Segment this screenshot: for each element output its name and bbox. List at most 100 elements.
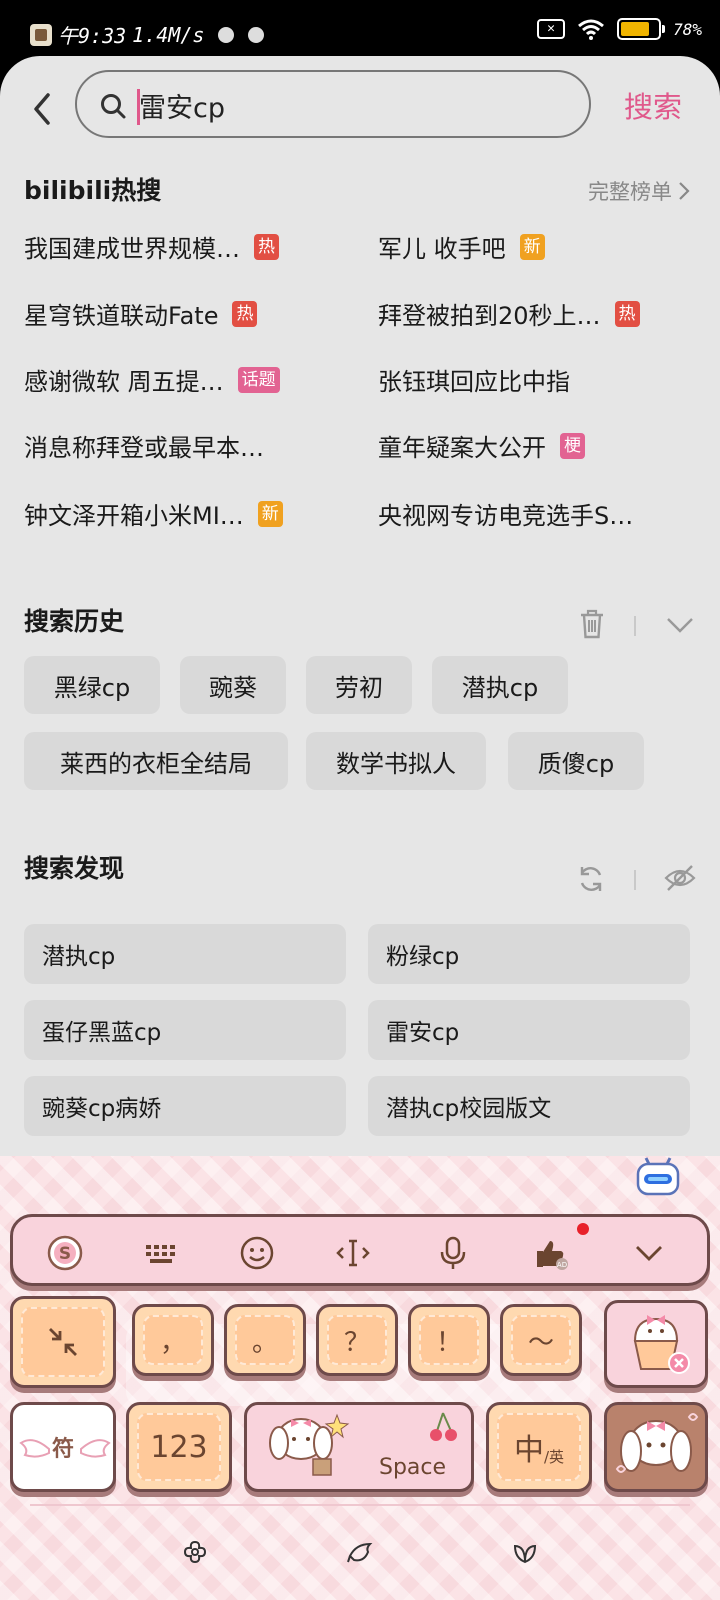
- discover-title: 搜索发现: [24, 854, 125, 883]
- history-chip[interactable]: 莱西的衣柜全结局: [24, 732, 288, 790]
- number-key[interactable]: 123: [126, 1402, 232, 1492]
- punctuation-label: ～: [527, 1327, 554, 1358]
- hot-search-text: 童年疑案大公开: [378, 434, 546, 462]
- history-chip[interactable]: 质傻cp: [508, 732, 644, 790]
- space-key[interactable]: Space: [244, 1402, 474, 1492]
- notification-dot-icon: [218, 26, 235, 43]
- emoji-icon[interactable]: [239, 1235, 275, 1271]
- history-chip[interactable]: 黑绿cp: [24, 656, 160, 714]
- punctuation-label: ！: [435, 1327, 462, 1358]
- history-chip[interactable]: 劳初: [306, 656, 412, 714]
- hot-badge-hot: 热: [614, 300, 640, 327]
- hot-search-text: 央视网专访电竞选手S…: [378, 502, 634, 530]
- text-cursor-icon[interactable]: [335, 1235, 371, 1271]
- chevron-down-icon[interactable]: [631, 1235, 667, 1271]
- punctuation-key[interactable]: 。: [224, 1304, 306, 1376]
- symbol-key-label: 符: [51, 1437, 74, 1462]
- status-left: 午9:33 1.4M/s: [30, 20, 265, 49]
- toolbar-divider: [634, 616, 636, 636]
- discover-item[interactable]: 豌葵cp病娇: [24, 1076, 346, 1136]
- hot-search-item[interactable]: 星穹铁道联动Fate 热: [24, 296, 258, 331]
- search-box[interactable]: [75, 70, 591, 138]
- hot-badge-new: 新: [257, 500, 283, 527]
- discover-item[interactable]: 雷安cp: [368, 1000, 690, 1060]
- hot-search-text: 我国建成世界规模…: [24, 235, 240, 263]
- refresh-icon[interactable]: [576, 864, 606, 894]
- battery-icon: [617, 18, 666, 40]
- notification-dot: [577, 1223, 589, 1235]
- back-arrow-icon[interactable]: [28, 89, 58, 129]
- hot-search-item[interactable]: 张钰琪回应比中指: [378, 362, 570, 397]
- punctuation-label: ？: [343, 1327, 370, 1358]
- assistant-robot-icon[interactable]: [636, 1156, 680, 1196]
- discover-item[interactable]: 蛋仔黑蓝cp: [24, 1000, 346, 1060]
- svg-text:AD: AD: [557, 1261, 567, 1269]
- sogou-logo-icon[interactable]: S: [47, 1235, 83, 1271]
- language-switch-key[interactable]: 中 /英: [486, 1402, 592, 1492]
- hot-badge-topic: 话题: [237, 366, 280, 393]
- cupcake-delete-icon: [633, 1315, 690, 1374]
- keyboard-toolbar: S AD: [10, 1214, 710, 1286]
- thumbs-up-ad-icon[interactable]: AD: [533, 1235, 569, 1271]
- hot-badge-new: 新: [519, 233, 545, 260]
- hot-search-item[interactable]: 军儿 收手吧新: [378, 229, 545, 264]
- full-list-label: 完整榜单: [588, 180, 672, 204]
- hot-badge-hot: 热: [232, 300, 258, 327]
- punctuation-key[interactable]: ～: [500, 1304, 582, 1376]
- battery-text: 78%: [673, 19, 702, 39]
- delete-key[interactable]: [604, 1300, 708, 1388]
- search-icon: [101, 94, 126, 119]
- punctuation-key[interactable]: ！: [408, 1304, 490, 1376]
- hot-search-item[interactable]: 钟文泽开箱小米MI… 新: [24, 496, 283, 531]
- leaf-icon[interactable]: [511, 1538, 539, 1566]
- discover-item[interactable]: 粉绿cp: [368, 924, 690, 984]
- hot-search-text: 军儿 收手吧: [378, 235, 506, 263]
- status-speed: 1.4M/s: [132, 22, 205, 47]
- number-key-label: 123: [150, 1429, 208, 1465]
- symbol-key[interactable]: 符: [10, 1402, 116, 1492]
- puppy-skin-icon: [615, 1413, 699, 1473]
- punctuation-label: ，: [159, 1327, 186, 1358]
- history-chip[interactable]: 豌葵: [180, 656, 286, 714]
- hot-search-title: bilibili热搜: [24, 176, 162, 205]
- punctuation-key[interactable]: ，: [132, 1304, 214, 1376]
- microphone-icon[interactable]: [435, 1235, 471, 1271]
- skin-key[interactable]: [604, 1402, 708, 1492]
- chevron-down-icon[interactable]: [666, 616, 694, 634]
- hot-search-item[interactable]: 央视网专访电竞选手S…: [378, 496, 633, 531]
- collapse-keyboard-key[interactable]: [10, 1296, 116, 1388]
- hot-search-text: 钟文泽开箱小米MI…: [24, 502, 244, 530]
- discover-item[interactable]: 潜执cp: [24, 924, 346, 984]
- bird-icon[interactable]: [346, 1538, 374, 1566]
- hot-search-text: 拜登被拍到20秒上…: [378, 302, 601, 330]
- hot-search-item[interactable]: 感谢微软 周五提… 话题: [24, 362, 280, 397]
- search-input[interactable]: [139, 82, 559, 128]
- history-chip[interactable]: 数学书拟人: [306, 732, 486, 790]
- status-time: 午9:33: [58, 24, 127, 48]
- trash-icon[interactable]: [578, 608, 606, 640]
- history-title: 搜索历史: [24, 607, 125, 636]
- status-bar: 午9:33 1.4M/s ✕ 78%: [0, 0, 720, 56]
- history-chip[interactable]: 潜执cp: [432, 656, 568, 714]
- keyboard-grid-icon[interactable]: [143, 1235, 179, 1271]
- notification-dot-icon: [248, 26, 265, 43]
- search-button[interactable]: 搜索: [624, 84, 682, 126]
- battery-fill: [621, 22, 650, 36]
- hot-search-item[interactable]: 拜登被拍到20秒上… 热: [378, 296, 640, 331]
- no-sim-icon: ✕: [537, 19, 566, 39]
- notification-app-icon: [30, 23, 52, 46]
- hot-search-item[interactable]: 童年疑案大公开梗: [378, 428, 585, 463]
- eye-off-icon[interactable]: [664, 864, 696, 892]
- punctuation-label: 。: [251, 1327, 278, 1358]
- hot-search-item[interactable]: 消息称拜登或最早本…: [24, 428, 264, 463]
- language-key-sub: /英: [543, 1447, 565, 1466]
- hot-search-item[interactable]: 我国建成世界规模… 热: [24, 229, 279, 264]
- keyboard: S AD ， 。 ？ ！ ～ 符 123 Space 中 /英: [0, 1156, 720, 1600]
- full-list-link[interactable]: 完整榜单: [588, 176, 690, 206]
- flower-icon[interactable]: [181, 1538, 209, 1566]
- hot-search-text: 张钰琪回应比中指: [378, 368, 570, 396]
- discover-item[interactable]: 潜执cp校园版文: [368, 1076, 690, 1136]
- svg-text:S: S: [59, 1244, 71, 1264]
- keyboard-divider: [30, 1504, 690, 1506]
- punctuation-key[interactable]: ？: [316, 1304, 398, 1376]
